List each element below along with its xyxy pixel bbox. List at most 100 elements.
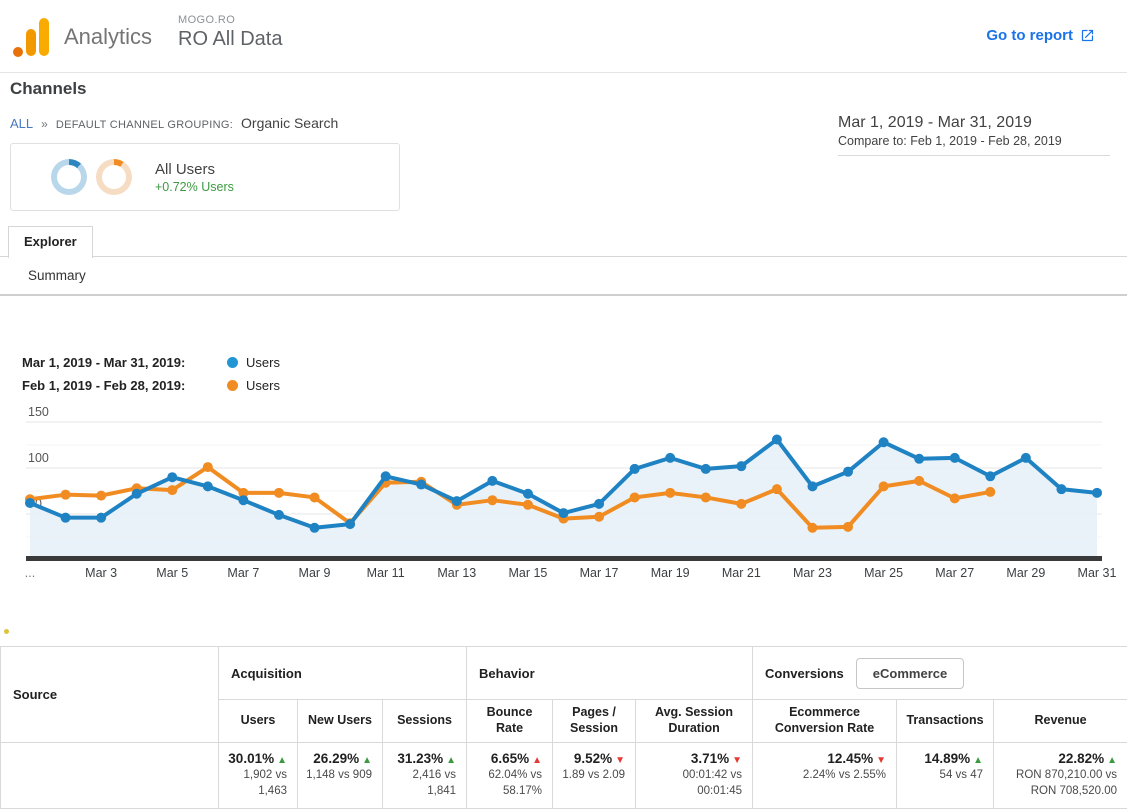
conversions-label: Conversions <box>765 666 844 681</box>
data-point[interactable] <box>274 510 284 520</box>
users-chart[interactable]: 50100150...Mar 3Mar 5Mar 7Mar 9Mar 11Mar… <box>10 402 1117 587</box>
data-point[interactable] <box>203 462 213 472</box>
data-point[interactable] <box>1056 484 1066 494</box>
data-point[interactable] <box>487 476 497 486</box>
trend-up-icon: ▲ <box>362 755 372 766</box>
data-point[interactable] <box>523 500 533 510</box>
y-axis-label: 150 <box>28 405 49 419</box>
data-point[interactable] <box>665 453 675 463</box>
column-header-bounce-rate[interactable]: Bounce Rate <box>467 700 553 743</box>
data-point[interactable] <box>559 508 569 518</box>
data-point[interactable] <box>807 523 817 533</box>
data-point[interactable] <box>914 454 924 464</box>
total-comparison: 00:01:42 vs00:01:45 <box>640 768 742 800</box>
data-point[interactable] <box>523 489 533 499</box>
data-point[interactable] <box>61 490 71 500</box>
data-point[interactable] <box>879 437 889 447</box>
x-axis-label: Mar 17 <box>580 566 619 580</box>
total-value: 3.71%▼ <box>640 751 742 766</box>
data-point[interactable] <box>1021 453 1031 463</box>
data-point[interactable] <box>25 498 35 508</box>
data-point[interactable] <box>665 488 675 498</box>
data-point[interactable] <box>879 481 889 491</box>
total-value: 26.29%▲ <box>302 751 372 766</box>
app-header: Analytics MOGO.RO RO All Data Go to repo… <box>0 0 1127 73</box>
data-point[interactable] <box>985 487 995 497</box>
data-point[interactable] <box>310 492 320 502</box>
legend-date-primary: Mar 1, 2019 - Mar 31, 2019: <box>22 355 227 370</box>
column-header-pages-session[interactable]: Pages / Session <box>553 700 636 743</box>
breadcrumb-separator: » <box>41 117 48 131</box>
data-point[interactable] <box>238 495 248 505</box>
column-header-new-users[interactable]: New Users <box>298 700 383 743</box>
data-point[interactable] <box>345 519 355 529</box>
data-point[interactable] <box>807 481 817 491</box>
data-point[interactable] <box>950 453 960 463</box>
total-new-users: 26.29%▲1,148 vs 909 <box>298 743 383 809</box>
data-point[interactable] <box>310 523 320 533</box>
data-point[interactable] <box>914 476 924 486</box>
breadcrumb-all-link[interactable]: ALL <box>10 116 33 131</box>
data-point[interactable] <box>61 513 71 523</box>
group-header-behavior: Behavior <box>467 647 753 700</box>
tab-explorer[interactable]: Explorer <box>8 226 93 258</box>
data-point[interactable] <box>96 513 106 523</box>
column-header-avg-session-duration[interactable]: Avg. Session Duration <box>636 700 753 743</box>
x-axis-label: ... <box>25 566 35 580</box>
data-point[interactable] <box>203 481 213 491</box>
data-point[interactable] <box>843 522 853 532</box>
segment-delta: +0.72% Users <box>155 180 234 194</box>
data-point[interactable] <box>1092 488 1102 498</box>
data-point[interactable] <box>96 491 106 501</box>
data-point[interactable] <box>381 471 391 481</box>
legend-dot-compare-icon <box>227 380 238 391</box>
data-point[interactable] <box>701 464 711 474</box>
data-point[interactable] <box>487 495 497 505</box>
segment-card-all-users[interactable]: All Users +0.72% Users <box>10 143 400 211</box>
x-axis-label: Mar 5 <box>156 566 188 580</box>
account-name: MOGO.RO <box>178 14 282 26</box>
data-point[interactable] <box>167 485 177 495</box>
source-total-cell <box>1 743 219 809</box>
conversions-goal-dropdown[interactable]: eCommerce <box>856 658 964 689</box>
data-point[interactable] <box>416 480 426 490</box>
data-point[interactable] <box>772 484 782 494</box>
data-point[interactable] <box>985 471 995 481</box>
data-point[interactable] <box>630 492 640 502</box>
column-header-sessions[interactable]: Sessions <box>383 700 467 743</box>
segment-donut-icon-compare <box>96 159 132 195</box>
data-point[interactable] <box>274 488 284 498</box>
column-header-ecommerce-conversion-rate[interactable]: Ecommerce Conversion Rate <box>753 700 897 743</box>
date-range-selector[interactable]: Mar 1, 2019 - Mar 31, 2019 Compare to: F… <box>838 114 1110 156</box>
date-range-primary: Mar 1, 2019 - Mar 31, 2019 <box>838 114 1110 132</box>
data-point[interactable] <box>736 461 746 471</box>
subtab-summary[interactable]: Summary <box>28 268 86 283</box>
data-point[interactable] <box>132 489 142 499</box>
page-title: Channels <box>10 79 87 99</box>
total-users: 30.01%▲1,902 vs1,463 <box>219 743 298 809</box>
data-point[interactable] <box>594 499 604 509</box>
data-point[interactable] <box>772 434 782 444</box>
column-header-transactions[interactable]: Transactions <box>897 700 994 743</box>
x-axis-label: Mar 19 <box>651 566 690 580</box>
data-point[interactable] <box>452 496 462 506</box>
date-range-compare: Compare to: Feb 1, 2019 - Feb 28, 2019 <box>838 134 1110 148</box>
data-point[interactable] <box>843 467 853 477</box>
data-point[interactable] <box>701 492 711 502</box>
column-header-users[interactable]: Users <box>219 700 298 743</box>
go-to-report-link[interactable]: Go to report <box>986 27 1095 44</box>
x-axis-label: Mar 7 <box>227 566 259 580</box>
total-comparison: 62.04% vs58.17% <box>471 768 542 800</box>
column-header-source[interactable]: Source <box>1 647 219 743</box>
x-axis-label: Mar 29 <box>1006 566 1045 580</box>
data-point[interactable] <box>736 499 746 509</box>
total-value: 30.01%▲ <box>223 751 287 766</box>
metrics-table: Source Acquisition Behavior Conversions … <box>0 646 1127 809</box>
column-header-revenue[interactable]: Revenue <box>994 700 1127 743</box>
data-point[interactable] <box>594 512 604 522</box>
data-point[interactable] <box>167 472 177 482</box>
total-avg-session-duration: 3.71%▼ 00:01:42 vs00:01:45 <box>636 743 753 809</box>
total-comparison: 2,416 vs1,841 <box>387 768 456 800</box>
data-point[interactable] <box>950 493 960 503</box>
data-point[interactable] <box>630 464 640 474</box>
